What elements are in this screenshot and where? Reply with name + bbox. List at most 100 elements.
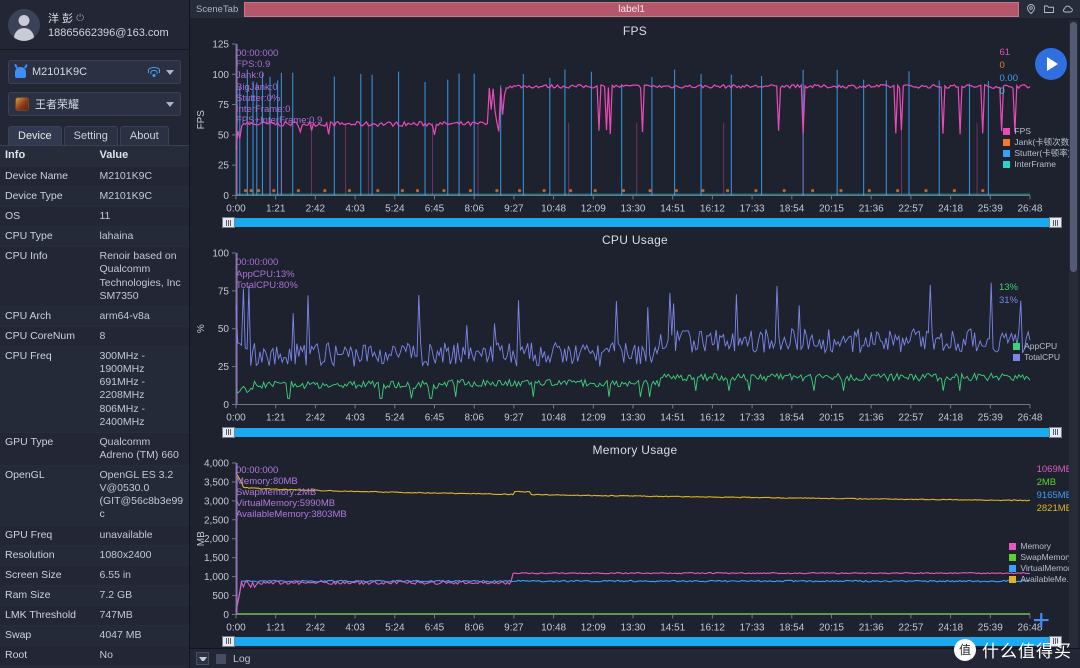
row-value: 7.2 GB [94,585,189,607]
svg-text:9:27: 9:27 [504,203,524,214]
scene-tab-label[interactable]: SceneTab [196,4,238,15]
legend-swatch [1003,161,1011,168]
fps-right-values: 61 0 0.00 0 [1000,46,1019,98]
bottom-bar: Log [190,648,1080,668]
scene-label-bar[interactable]: label1 [244,1,1019,17]
svg-text:18:54: 18:54 [779,622,804,633]
location-pin-icon[interactable] [1025,3,1037,15]
tab-setting[interactable]: Setting [63,126,118,145]
device-selector[interactable]: M2101K9C [8,60,181,84]
svg-text:13:30: 13:30 [621,413,646,424]
legend-item[interactable]: Jank(卡顿次数) [1003,137,1072,148]
cpu-chart-title: CPU Usage [601,233,669,248]
svg-text:0:00: 0:00 [226,622,246,633]
row-key: OpenGL [0,465,95,526]
table-row: Device Type M2101K9C [0,186,189,208]
svg-text:22:57: 22:57 [898,413,923,424]
svg-text:4:03: 4:03 [345,622,365,633]
legend-item[interactable]: Stutter(卡顿率) [1003,148,1072,159]
table-row: CPU CoreNum 8 [0,326,189,348]
right-value: 0 [999,60,1005,71]
app-window: 洋 彭 ⏻ 18865662396@163.com M2101K9C 王者荣耀 … [0,0,1080,668]
legend-item[interactable]: Memory [1009,541,1075,552]
row-key: CPU CoreNum [0,326,95,348]
app-selector[interactable]: 王者荣耀 [8,92,181,116]
svg-text:0: 0 [223,400,229,411]
scroll-grip-left[interactable] [222,217,235,229]
right-value: 31% [998,295,1018,307]
svg-text:25: 25 [218,161,230,172]
power-icon[interactable]: ⏻ [76,13,84,24]
play-button[interactable] [1035,48,1067,80]
svg-text:22:57: 22:57 [898,203,923,214]
legend-label: AvailableMe... [1020,573,1074,584]
row-value: 8 [94,326,189,348]
tab-about[interactable]: About [119,126,169,145]
main-panel: SceneTab label1 FPS 0 25 50 75 100 125 F… [190,0,1080,668]
row-value: 11 [94,206,189,228]
scroll-grip-left[interactable] [222,635,235,647]
svg-text:9:27: 9:27 [504,622,524,633]
legend-swatch [1009,553,1017,561]
legend-item[interactable]: VirtualMemory [1009,563,1075,574]
legend-item[interactable]: AvailableMe... [1009,574,1075,585]
svg-text:6:45: 6:45 [425,203,445,214]
cpu-timeline-scrollbar[interactable] [222,426,1062,438]
svg-text:1,000: 1,000 [204,572,229,583]
fps-chart: FPS 0 25 50 75 100 125 FPS 0:00 1:21 2:42 4:03 5:24… [190,20,1080,229]
legend-item[interactable]: AppCPU [1013,341,1060,352]
device-info-table: Info Value Device Name M2101K9C Device Typ… [0,146,189,668]
svg-text:25:39: 25:39 [978,622,1003,633]
scroll-grip-right[interactable] [1049,426,1062,438]
table-row: LMK Threshold 747MB [0,605,189,627]
svg-text:13:30: 13:30 [621,203,646,214]
svg-text:10:48: 10:48 [541,622,566,633]
svg-text:13:30: 13:30 [621,622,646,633]
chevron-down-icon[interactable] [166,69,174,75]
app-selector-label: 王者荣耀 [35,99,79,111]
legend-item[interactable]: FPS [1003,126,1072,137]
svg-text:17:33: 17:33 [740,413,765,424]
row-value: 747MB [94,605,189,627]
row-key: OS [0,206,95,228]
chevron-down-icon[interactable] [166,101,174,107]
legend-item[interactable]: InterFrame [1003,159,1072,170]
svg-text:17:33: 17:33 [740,203,765,214]
svg-text:18:54: 18:54 [779,203,804,214]
folder-icon[interactable] [1043,3,1055,15]
svg-text:10:48: 10:48 [541,413,566,424]
row-value: unavailable [94,525,189,546]
right-value: 0 [999,86,1005,97]
scroll-grip-right[interactable] [1049,635,1062,647]
right-value: 0.00 [999,73,1019,84]
column-header-value: Value [94,146,189,167]
table-body: Device Name M2101K9C Device Type M2101K9C OS… [0,166,189,668]
vertical-scrollbar[interactable] [1069,20,1078,648]
row-value: M2101K9C [94,166,189,187]
svg-text:0:00: 0:00 [226,413,246,424]
table-row: Resolution 1080x2400 [0,545,189,566]
table-row: Ram Size 7.2 GB [0,585,189,607]
svg-text:125: 125 [212,40,229,50]
legend-swatch [1009,542,1017,550]
svg-text:1:21: 1:21 [266,413,286,424]
scroll-grip-left[interactable] [222,426,235,438]
cloud-icon[interactable] [1061,3,1074,15]
legend-item[interactable]: TotalCPU [1013,352,1060,363]
legend-item[interactable]: SwapMemory [1009,552,1075,563]
table-row: Screen Size 6.55 in [0,565,189,586]
log-dropdown-button[interactable] [196,652,209,665]
row-key: GPU Type [0,432,95,467]
row-key: CPU Info [0,246,95,307]
svg-text:%: % [196,324,207,333]
legend-label: AppCPU [1024,341,1058,352]
svg-text:8:06: 8:06 [464,203,484,214]
scroll-grip-right[interactable] [1049,217,1062,229]
memory-right-values: 1069MB 2MB 9165MB 2821MB [1037,463,1072,515]
fps-legend: FPS Jank(卡顿次数) Stutter(卡顿率) InterFrame [1003,126,1072,170]
tab-device[interactable]: Device [8,126,62,145]
fps-timeline-scrollbar[interactable] [222,217,1062,229]
svg-text:14:51: 14:51 [660,622,685,633]
memory-chart-title: Memory Usage [592,442,678,457]
memory-timeline-scrollbar[interactable] [222,635,1062,647]
